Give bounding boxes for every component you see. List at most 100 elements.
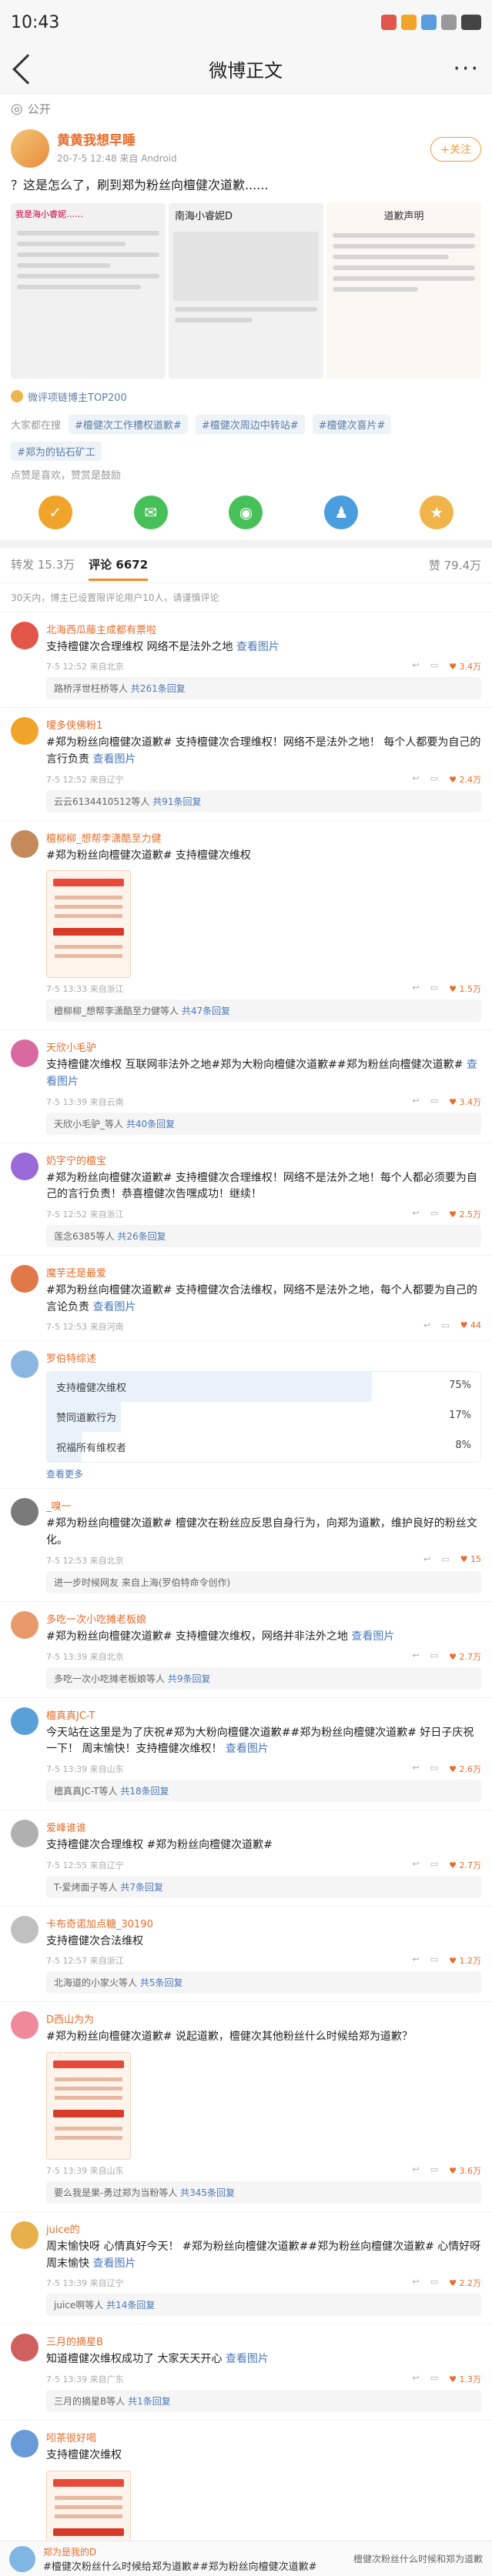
like-count[interactable]: ♥ 3.6万 xyxy=(449,2164,481,2177)
reply-icon[interactable]: ↩ xyxy=(413,660,420,672)
post-tag[interactable]: 微评项链博主TOP200 xyxy=(0,383,492,410)
topic-chip[interactable]: #郑为的钻石矿工 xyxy=(11,441,102,461)
comment-icon[interactable]: ▭ xyxy=(430,773,438,786)
reply-summary[interactable]: 多吃一次小吃摊老板娘等人 共9条回复 xyxy=(46,1667,481,1690)
commenter-avatar[interactable] xyxy=(11,1498,38,1527)
reply-summary[interactable]: juice啊等人 共14条回复 xyxy=(46,2294,481,2317)
like-count[interactable]: ♥ 1.5万 xyxy=(449,983,481,995)
view-image-link[interactable]: 查看图片 xyxy=(236,641,279,653)
commenter-avatar[interactable] xyxy=(11,1915,38,1944)
more-icon[interactable]: ··· xyxy=(453,55,480,82)
reply-icon[interactable]: ↩ xyxy=(413,1650,420,1663)
commenter-name[interactable]: 檀柳柳_想帮李潇酷至力健 xyxy=(46,830,481,845)
commenter-avatar[interactable] xyxy=(11,1819,38,1847)
comment-icon[interactable]: ▭ xyxy=(441,1554,449,1567)
like-count[interactable]: ♥ 15 xyxy=(460,1554,481,1567)
commenter-name[interactable]: 魔芋还是最爱 xyxy=(46,1265,481,1280)
like-count[interactable]: ♥ 3.4万 xyxy=(449,660,481,672)
commenter-name[interactable]: 北海西瓜藤主成都有票啦 xyxy=(46,622,481,636)
commenter-name[interactable]: 吲茶很好喝 xyxy=(46,2430,481,2444)
comment-icon[interactable]: ▭ xyxy=(430,660,438,672)
comment-icon[interactable]: ▭ xyxy=(430,2164,438,2177)
commenter-avatar[interactable] xyxy=(11,1265,38,1293)
poll-option[interactable]: 支持檀健次维权 75% xyxy=(47,1372,480,1403)
reply-icon[interactable]: ↩ xyxy=(413,2373,420,2385)
topic-chip[interactable]: #檀健次工作槽权道歉# xyxy=(69,414,188,434)
author-avatar[interactable] xyxy=(11,129,49,168)
commenter-avatar[interactable] xyxy=(11,2011,38,2040)
reply-summary[interactable]: 三月的摘星B等人 共1条回复 xyxy=(46,2390,481,2413)
poll-option[interactable]: 赞同道歉行为 17% xyxy=(47,1402,480,1433)
reply-icon[interactable]: ↩ xyxy=(413,2277,420,2289)
commenter-name[interactable]: _嗅一 xyxy=(46,1498,481,1513)
bottom-topic-chip[interactable]: 檀健次粉丝什么时候和郑为道歉 xyxy=(353,2552,483,2565)
commenter-name[interactable]: 罗伯特综述 xyxy=(46,1350,481,1365)
reply-icon[interactable]: ↩ xyxy=(413,773,420,786)
reply-summary[interactable]: 路桥浮世枉桥等人 共261条回复 xyxy=(46,677,481,700)
reply-icon[interactable]: ↩ xyxy=(413,1859,420,1871)
like-count[interactable]: ♥ 2.4万 xyxy=(449,773,481,786)
view-image-link[interactable]: 查看图片 xyxy=(92,2257,136,2270)
reply-summary[interactable]: 檀真真JC-T等人 共18条回复 xyxy=(46,1779,481,1802)
follow-button[interactable]: +关注 xyxy=(430,137,481,162)
reply-summary[interactable]: 北海道的小家火等人 共5条回复 xyxy=(46,1971,481,1994)
comment-icon[interactable]: ▭ xyxy=(430,2277,438,2289)
reply-summary[interactable]: 云云6134410512等人 共91条回复 xyxy=(46,789,481,813)
like-count[interactable]: ♥ 44 xyxy=(460,1320,481,1333)
commenter-avatar[interactable] xyxy=(11,1152,38,1180)
reply-summary[interactable]: 进一步时候网友 来自上海(罗伯特命令创作) xyxy=(46,1570,481,1593)
back-icon[interactable] xyxy=(12,53,43,85)
post-image-2[interactable]: 南海小睿妮D xyxy=(169,202,323,379)
commenter-avatar[interactable] xyxy=(11,2221,38,2249)
reply-summary[interactable]: 要么我是果-勇过郑为当粉等人 共345条回复 xyxy=(46,2181,481,2204)
commenter-avatar[interactable] xyxy=(11,1350,38,1379)
comment-icon[interactable]: ▭ xyxy=(430,1096,438,1108)
reply-icon[interactable]: ↩ xyxy=(423,1554,430,1567)
view-image-link[interactable]: 查看图片 xyxy=(351,1630,394,1643)
commenter-avatar[interactable] xyxy=(11,2334,38,2362)
reply-summary[interactable]: 天欣小毛驴_等人 共40条回复 xyxy=(46,1112,481,1135)
post-image-1[interactable]: 我是海小睿妮…… xyxy=(11,202,166,379)
tab-share[interactable]: 转发 15.3万 xyxy=(11,556,75,581)
tab-comment[interactable]: 评论 6672 xyxy=(89,556,149,582)
view-image-link[interactable]: 查看图片 xyxy=(226,2353,269,2365)
commenter-name[interactable]: 多吃一次小吃摊老板娘 xyxy=(46,1611,481,1626)
poll-option[interactable]: 祝福所有维权者 8% xyxy=(47,1432,480,1463)
commenter-name[interactable]: juice的 xyxy=(46,2221,481,2236)
commenter-name[interactable]: D西山为为 xyxy=(46,2011,481,2026)
commenter-name[interactable]: 爱峰谁谁 xyxy=(46,1820,481,1834)
topic-chip[interactable]: #檀健次喜片# xyxy=(312,414,392,434)
comment-icon[interactable]: ▭ xyxy=(430,983,438,995)
commenter-name[interactable]: 天欣小毛驴 xyxy=(46,1039,481,1054)
post-image-3[interactable]: 道歉声明 xyxy=(326,202,481,379)
tab-likes[interactable]: 赞 79.4万 xyxy=(429,557,481,573)
reward-icon[interactable]: ✓ xyxy=(38,495,72,529)
like-count[interactable]: ♥ 2.2万 xyxy=(449,2277,481,2289)
like-count[interactable]: ♥ 1.2万 xyxy=(449,1954,481,1967)
comment-icon[interactable]: ▭ xyxy=(430,1859,438,1871)
commenter-avatar[interactable] xyxy=(11,717,38,746)
comment-icon[interactable]: ▭ xyxy=(441,1320,449,1333)
poll-more-link[interactable]: 查看更多 xyxy=(46,1467,481,1480)
comment-icon[interactable]: ▭ xyxy=(430,1650,438,1663)
commenter-avatar[interactable] xyxy=(11,621,38,649)
commenter-name[interactable]: 檀真真JC-T xyxy=(46,1707,481,1722)
like-count[interactable]: ♥ 2.6万 xyxy=(449,1763,481,1775)
comment-icon[interactable]: ▭ xyxy=(430,1208,438,1220)
reply-icon[interactable]: ↩ xyxy=(423,1320,430,1333)
like-count[interactable]: ♥ 2.7万 xyxy=(449,1859,481,1871)
qzone-icon[interactable]: ★ xyxy=(420,495,454,529)
reply-summary[interactable]: T-爱烤面子等人 共7条回复 xyxy=(46,1875,481,1898)
comment-icon[interactable]: ▭ xyxy=(430,1763,438,1775)
reply-icon[interactable]: ↩ xyxy=(413,1208,420,1220)
commenter-avatar[interactable] xyxy=(11,1039,38,1068)
qq-icon[interactable]: ♟ xyxy=(324,495,359,529)
topic-chip[interactable]: #檀健次周边中转站# xyxy=(195,414,305,434)
reply-icon[interactable]: ↩ xyxy=(413,983,420,995)
reply-icon[interactable]: ↩ xyxy=(413,1954,420,1967)
wechat-icon[interactable]: ✉ xyxy=(133,495,168,529)
commenter-avatar[interactable] xyxy=(11,829,38,858)
commenter-avatar[interactable] xyxy=(11,2430,38,2458)
like-count[interactable]: ♥ 3.4万 xyxy=(449,1096,481,1108)
view-image-link[interactable]: 查看图片 xyxy=(92,753,136,766)
